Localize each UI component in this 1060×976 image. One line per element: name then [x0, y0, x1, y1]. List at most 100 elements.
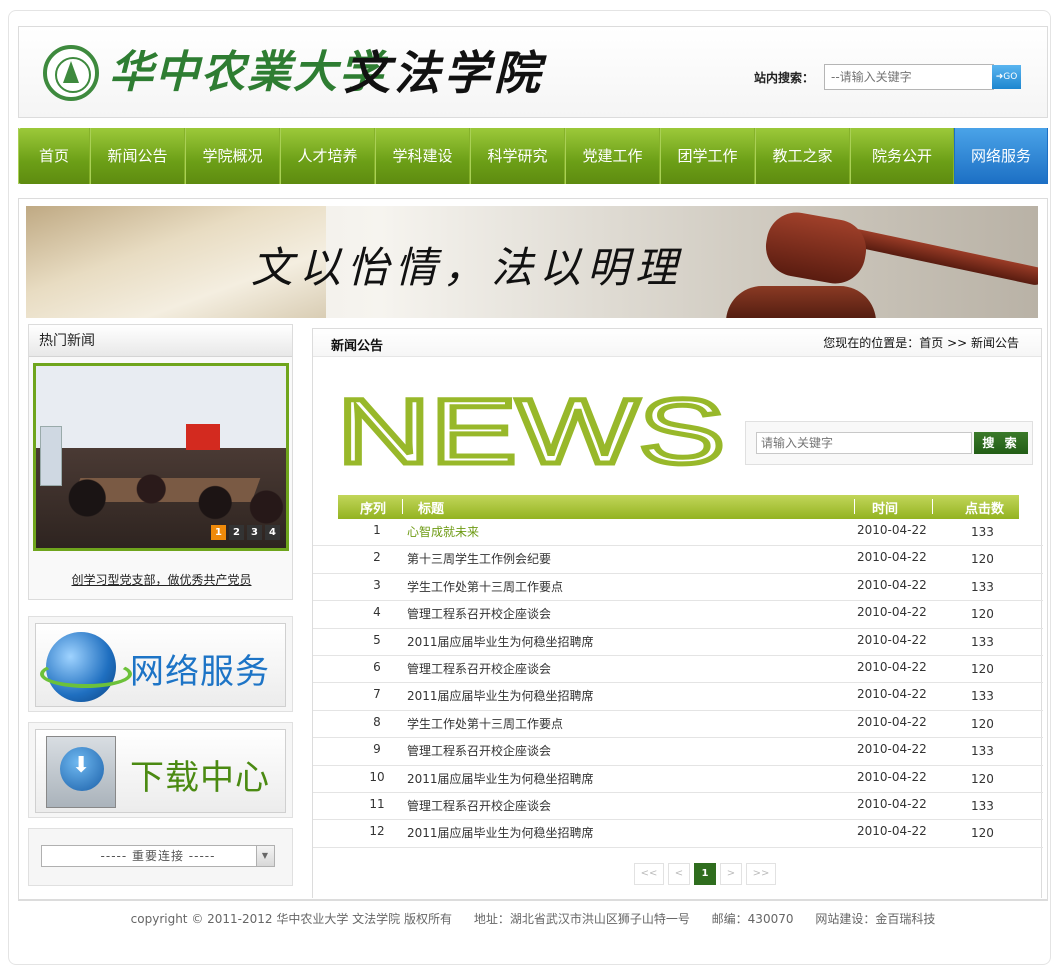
row-hits: 120	[971, 771, 994, 786]
banner: 文以怡情，法以明理	[26, 206, 1038, 318]
nav-item-staff[interactable]: 教工之家	[755, 128, 850, 184]
globe-icon	[40, 632, 132, 702]
site-search-label: 站内搜索：	[754, 71, 815, 85]
last-page-button[interactable]: >>	[746, 863, 776, 885]
row-date: 2010-04-22	[857, 687, 927, 702]
table-row: 1 心智成就未来 2010-04-22 133	[313, 519, 1043, 547]
network-service-label: 网络服务	[130, 652, 270, 692]
main-nav: 首页 新闻公告 学院概况 人才培养 学科建设 科学研究 党建工作 团学工作 教工…	[18, 128, 1048, 184]
next-page-button[interactable]: >	[720, 863, 742, 885]
row-title-link[interactable]: 2011届应届毕业生为何稳坐招聘席	[407, 633, 594, 650]
row-date: 2010-04-22	[857, 577, 927, 592]
row-hits: 133	[971, 744, 994, 759]
row-index: 11	[369, 796, 385, 811]
row-title-link[interactable]: 管理工程系召开校企座谈会	[407, 605, 551, 622]
site-header: 华中农業大学 文法学院 站内搜索： ➜GO	[18, 26, 1048, 118]
footer-copyright: copyright © 2011-2012 华中农业大学 文法学院 版权所有	[130, 912, 452, 926]
important-links-value: ----- 重要连接 -----	[100, 849, 216, 863]
content-header: 新闻公告 您现在的位置是：首页 >> 新闻公告	[313, 329, 1041, 357]
row-date: 2010-04-22	[857, 632, 927, 647]
footer-builder: 网站建设：金百瑞科技	[815, 912, 936, 926]
column-divider	[932, 499, 933, 514]
nav-item-affairs[interactable]: 院务公开	[850, 128, 954, 184]
hot-news-caption-link[interactable]: 创学习型党支部，做优秀共产党员	[29, 571, 294, 588]
row-date: 2010-04-22	[857, 824, 927, 839]
row-title-link[interactable]: 2011届应届毕业生为何稳坐招聘席	[407, 824, 594, 841]
table-row: 11 管理工程系召开校企座谈会 2010-04-22 133	[313, 793, 1043, 821]
row-title-link[interactable]: 学生工作处第十三周工作要点	[407, 578, 563, 595]
row-title-link[interactable]: 管理工程系召开校企座谈会	[407, 797, 551, 814]
nav-item-home[interactable]: 首页	[18, 128, 90, 184]
download-center-label: 下载中心	[130, 758, 270, 798]
table-row: 9 管理工程系召开校企座谈会 2010-04-22 133	[313, 738, 1043, 766]
news-table-header: 序列 标题 时间 点击数	[338, 495, 1019, 519]
row-title-link[interactable]: 心智成就未来	[407, 523, 479, 540]
chevron-down-icon[interactable]: ▼	[256, 846, 274, 866]
column-header-index: 序列	[360, 502, 387, 517]
row-title-link[interactable]: 2011届应届毕业生为何稳坐招聘席	[407, 687, 594, 704]
hot-news-panel: 热门新闻 1 2 3 4 创学习型党支部，做优秀共产党员	[28, 324, 293, 600]
row-date: 2010-04-22	[857, 605, 927, 620]
row-hits: 120	[971, 552, 994, 567]
row-title-link[interactable]: 管理工程系召开校企座谈会	[407, 660, 551, 677]
nav-item-youth[interactable]: 团学工作	[660, 128, 755, 184]
nav-item-discipline[interactable]: 学科建设	[375, 128, 470, 184]
footer-postcode: 邮编：430070	[711, 912, 794, 926]
row-index: 4	[373, 605, 381, 620]
current-page-button[interactable]: 1	[694, 863, 716, 885]
nav-item-training[interactable]: 人才培养	[280, 128, 375, 184]
news-content-panel: 新闻公告 您现在的位置是：首页 >> 新闻公告 NEWS 搜 索 序列 标题 时…	[312, 328, 1043, 898]
download-center-link[interactable]: 下载中心	[35, 729, 286, 813]
row-hits: 133	[971, 525, 994, 539]
gavel-base-image	[726, 286, 876, 318]
nav-item-party[interactable]: 党建工作	[565, 128, 660, 184]
table-row: 6 管理工程系召开校企座谈会 2010-04-22 120	[313, 656, 1043, 684]
photo-page-3[interactable]: 3	[247, 525, 262, 540]
prev-page-button[interactable]: <	[668, 863, 690, 885]
column-divider	[402, 499, 403, 514]
row-date: 2010-04-22	[857, 769, 927, 784]
nav-item-research[interactable]: 科学研究	[470, 128, 565, 184]
row-hits: 133	[971, 579, 994, 594]
row-hits: 133	[971, 634, 994, 649]
row-date: 2010-04-22	[857, 796, 927, 811]
nav-item-news[interactable]: 新闻公告	[90, 128, 185, 184]
network-service-link[interactable]: 网络服务	[35, 623, 286, 707]
table-row: 4 管理工程系召开校企座谈会 2010-04-22 120	[313, 601, 1043, 629]
photo-page-4[interactable]: 4	[265, 525, 280, 540]
row-date: 2010-04-22	[857, 550, 927, 565]
row-title-link[interactable]: 管理工程系召开校企座谈会	[407, 742, 551, 759]
site-search-go-button[interactable]: ➜GO	[992, 65, 1021, 89]
row-title-link[interactable]: 学生工作处第十三周工作要点	[407, 715, 563, 732]
nav-item-overview[interactable]: 学院概况	[185, 128, 280, 184]
row-title-link[interactable]: 2011届应届毕业生为何稳坐招聘席	[407, 770, 594, 787]
site-search-input[interactable]	[824, 64, 994, 90]
hot-news-photo[interactable]: 1 2 3 4	[33, 363, 289, 551]
row-index: 5	[373, 632, 381, 647]
first-page-button[interactable]: <<	[634, 863, 664, 885]
column-header-date: 时间	[872, 502, 899, 517]
row-date: 2010-04-22	[857, 714, 927, 729]
photo-page-2[interactable]: 2	[229, 525, 244, 540]
photo-pager: 1 2 3 4	[211, 525, 280, 540]
row-hits: 120	[971, 661, 994, 676]
news-table-body: 1 心智成就未来 2010-04-22 133 2 第十三周学生工作例会纪要 2…	[313, 519, 1043, 848]
table-row: 7 2011届应届毕业生为何稳坐招聘席 2010-04-22 133	[313, 683, 1043, 711]
footer-address: 地址：湖北省武汉市洪山区狮子山特一号	[473, 912, 690, 926]
row-index: 1	[373, 523, 381, 537]
site-footer: copyright © 2011-2012 华中农业大学 文法学院 版权所有 地…	[18, 900, 1048, 936]
row-date: 2010-04-22	[857, 523, 927, 537]
important-links-select[interactable]: ----- 重要连接 ----- ▼	[41, 845, 275, 867]
go-label: GO	[1003, 72, 1018, 82]
photo-flag	[186, 424, 220, 450]
photo-page-1[interactable]: 1	[211, 525, 226, 540]
news-graphic: NEWS	[337, 389, 728, 469]
news-search-input[interactable]	[756, 432, 972, 454]
news-search-button[interactable]: 搜 索	[974, 432, 1028, 454]
gavel-icon	[761, 207, 871, 289]
row-title-link[interactable]: 第十三周学生工作例会纪要	[407, 550, 551, 567]
row-index: 8	[373, 714, 381, 729]
nav-item-network[interactable]: 网络服务	[954, 128, 1048, 184]
content-title: 新闻公告	[331, 339, 384, 354]
banner-slogan: 文以怡情，法以明理	[251, 243, 684, 292]
